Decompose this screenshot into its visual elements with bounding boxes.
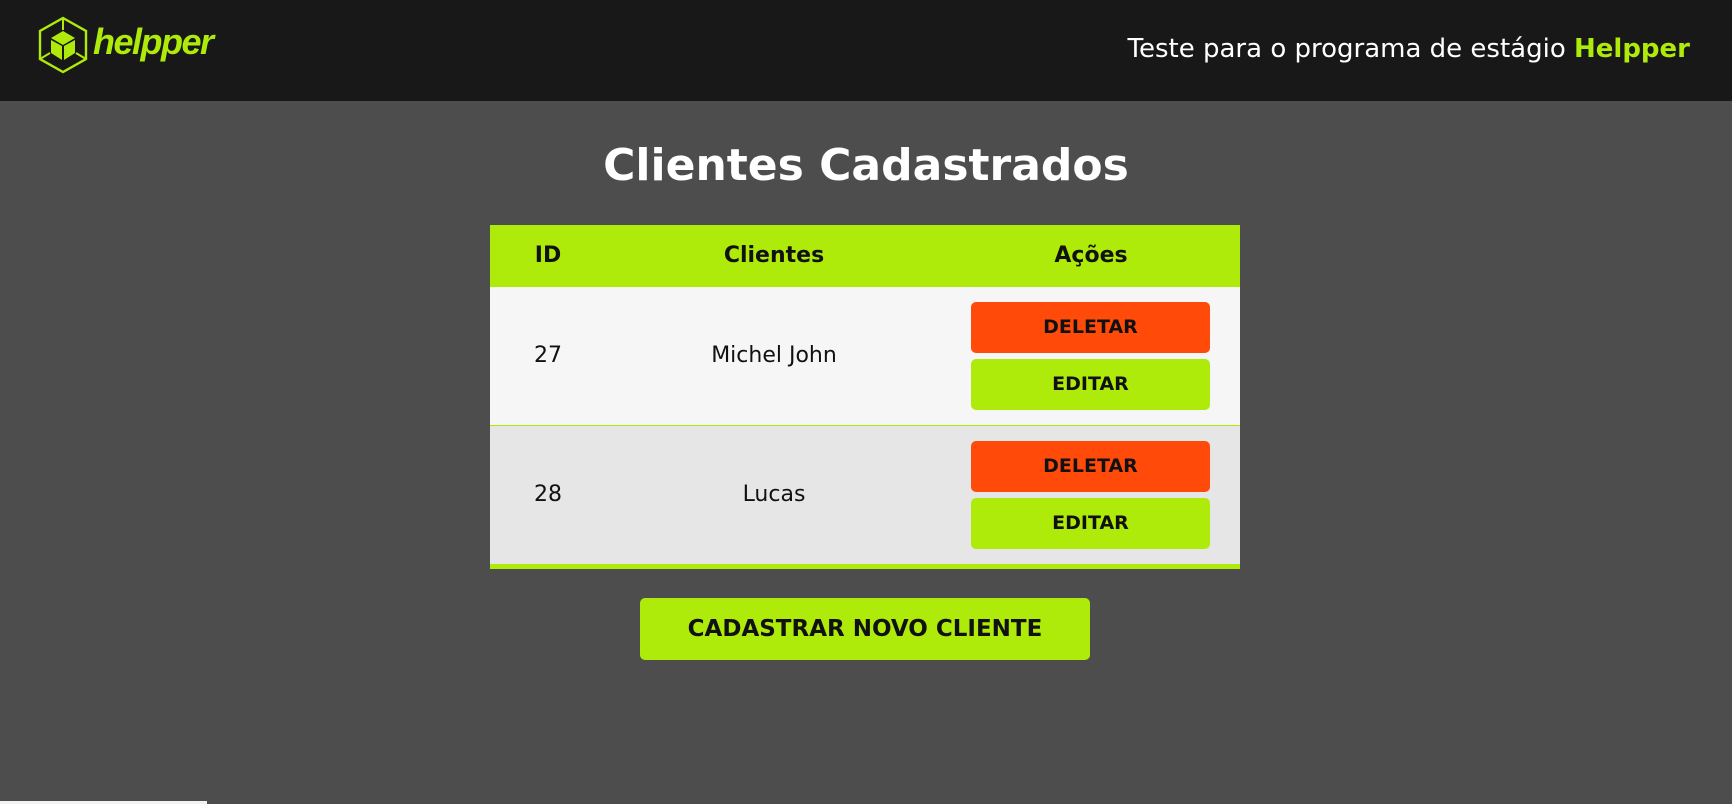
cube-logo-icon bbox=[37, 16, 89, 74]
column-header-clients: Clientes bbox=[723, 243, 825, 268]
client-name: Lucas bbox=[742, 482, 806, 507]
column-header-id: ID bbox=[534, 243, 562, 268]
header-tagline: Teste para o programa de estágio Helpper bbox=[1128, 31, 1690, 67]
table-header: ID Clientes Ações bbox=[490, 225, 1240, 287]
table-row: 27 Michel John DELETAR EDITAR bbox=[490, 287, 1240, 425]
page-title: Clientes Cadastrados bbox=[603, 140, 1129, 191]
tagline-text: Teste para o programa de estágio bbox=[1127, 34, 1566, 64]
top-navbar: helpper Teste para o programa de estágio… bbox=[0, 0, 1732, 101]
delete-button[interactable]: DELETAR bbox=[971, 302, 1210, 353]
helpper-logo[interactable]: helpper bbox=[37, 16, 214, 74]
client-name: Michel John bbox=[711, 343, 837, 368]
tagline-brand: Helpper bbox=[1574, 34, 1690, 64]
client-id: 27 bbox=[534, 343, 562, 368]
delete-button[interactable]: DELETAR bbox=[971, 441, 1210, 492]
add-client-button[interactable]: CADASTRAR NOVO CLIENTE bbox=[640, 598, 1090, 660]
client-id: 28 bbox=[534, 482, 562, 507]
clients-table: ID Clientes Ações 27 Michel John DELETAR… bbox=[490, 225, 1240, 569]
edit-button[interactable]: EDITAR bbox=[971, 359, 1210, 410]
logo-text: helpper bbox=[93, 21, 214, 62]
table-bottom-border bbox=[490, 564, 1240, 569]
column-header-actions: Ações bbox=[1054, 243, 1128, 268]
table-row: 28 Lucas DELETAR EDITAR bbox=[490, 426, 1240, 564]
edit-button[interactable]: EDITAR bbox=[971, 498, 1210, 549]
